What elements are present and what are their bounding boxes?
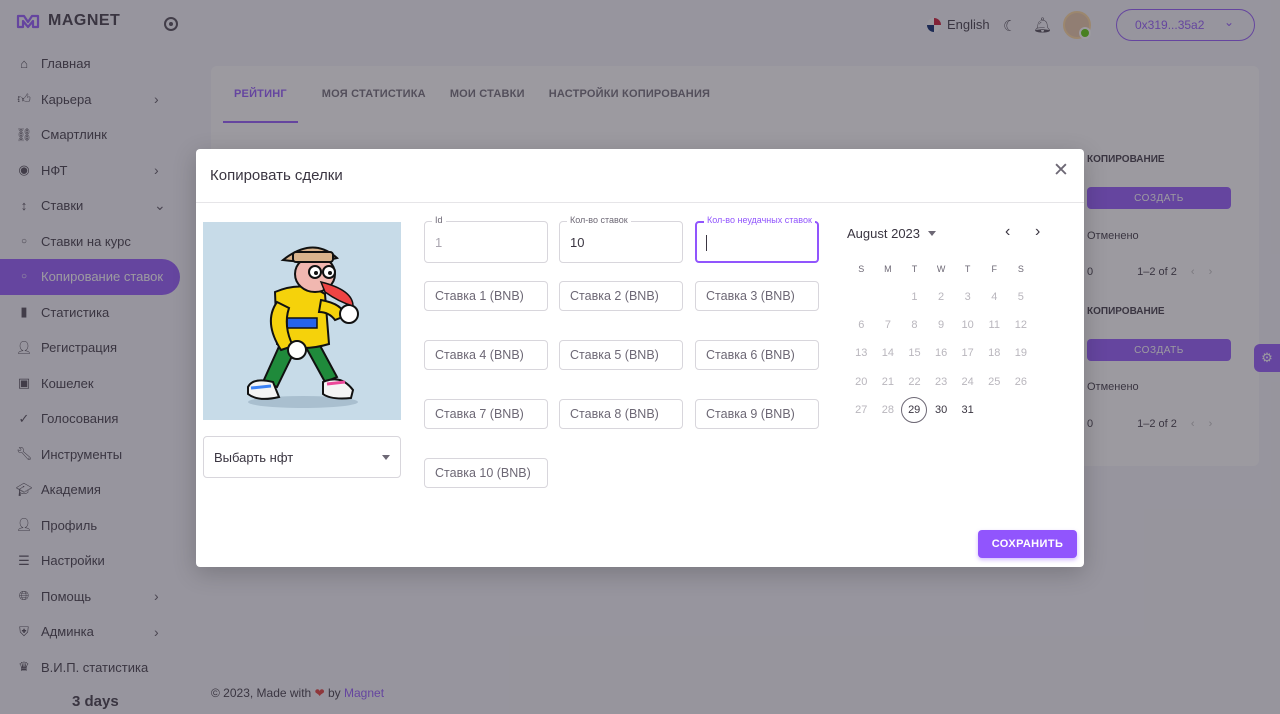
- calendar-day: 23: [934, 375, 948, 388]
- bet-field-placeholder: Ставка 3 (BNB): [706, 289, 795, 303]
- calendar-day: 2: [938, 291, 945, 304]
- text-cursor: [706, 235, 707, 251]
- calendar-day: 4: [991, 291, 998, 304]
- calendar-day: 10: [961, 319, 974, 332]
- bet-count-label: Кол-во ставок: [567, 215, 631, 225]
- calendar-day: 28: [881, 403, 895, 416]
- bet-field-10[interactable]: Ставка 10 (BNB): [424, 458, 548, 488]
- dropdown-caret-icon: [382, 455, 390, 460]
- calendar-day: 8: [911, 319, 918, 332]
- save-button[interactable]: СОХРАНИТЬ: [978, 530, 1077, 558]
- calendar-grid: S M T W T F S 1 2 3 4 5 6 7 8 9 10 11 12 13 14 15 16 17 18 19 20 21…: [848, 255, 1034, 424]
- calendar-day[interactable]: 30: [928, 396, 955, 424]
- nft-image: [203, 222, 401, 420]
- chevron-right-icon[interactable]: ›: [1035, 223, 1040, 241]
- id-field-value: 1: [435, 235, 443, 250]
- bet-field-placeholder: Ставка 7 (BNB): [435, 407, 524, 421]
- bet-field-placeholder: Ставка 5 (BNB): [570, 348, 659, 362]
- bet-field-placeholder: Ставка 1 (BNB): [435, 289, 524, 303]
- calendar-day: 19: [1014, 347, 1027, 360]
- calendar-day: 26: [1014, 375, 1027, 388]
- dialog-title: Копировать сделки: [210, 167, 343, 184]
- calendar-day: 20: [855, 375, 868, 388]
- bet-field-3[interactable]: Ставка 3 (BNB): [695, 281, 819, 311]
- bet-field-placeholder: Ставка 6 (BNB): [706, 348, 795, 362]
- calendar-day: 12: [1014, 319, 1027, 332]
- bet-field-placeholder: Ставка 9 (BNB): [706, 407, 795, 421]
- id-field[interactable]: Id 1: [424, 215, 548, 263]
- calendar-day: 16: [934, 347, 948, 360]
- month-year-label: August 2023: [847, 226, 921, 241]
- calendar-day[interactable]: 31: [954, 396, 981, 424]
- nft-select-label: Выбарть нфт: [214, 449, 294, 465]
- weekday-header: M: [884, 264, 892, 274]
- nft-character-illustration: [247, 246, 359, 408]
- id-field-label: Id: [432, 215, 446, 225]
- chevron-left-icon[interactable]: ‹: [1005, 223, 1010, 241]
- bet-field-6[interactable]: Ставка 6 (BNB): [695, 340, 819, 370]
- calendar-day: 9: [938, 319, 945, 332]
- copy-trades-dialog: Копировать сделки ✕ Выбарть нфт Id 1 Кол…: [196, 149, 1084, 567]
- failed-bets-label: Кол-во неудачных ставок: [704, 215, 815, 225]
- close-icon[interactable]: ✕: [1053, 159, 1069, 182]
- calendar-day: 25: [988, 375, 1001, 388]
- bet-field-8[interactable]: Ставка 8 (BNB): [559, 399, 683, 429]
- weekday-header: T: [911, 264, 918, 274]
- bet-count-field[interactable]: Кол-во ставок 10: [559, 215, 683, 263]
- weekday-header: S: [858, 264, 865, 274]
- bet-field-4[interactable]: Ставка 4 (BNB): [424, 340, 548, 370]
- bet-count-value: 10: [570, 235, 585, 250]
- calendar-day: 13: [855, 347, 868, 360]
- month-year-selector[interactable]: August 2023: [847, 226, 937, 241]
- bet-field-placeholder: Ставка 4 (BNB): [435, 348, 524, 362]
- weekday-header: F: [991, 264, 998, 274]
- bet-field-placeholder: Ставка 10 (BNB): [435, 466, 531, 480]
- calendar-blank: [848, 283, 875, 311]
- calendar-day: 3: [964, 291, 971, 304]
- calendar-day: 11: [988, 319, 1000, 332]
- calendar-day: 27: [855, 403, 868, 416]
- weekday-header: S: [1017, 264, 1024, 274]
- bet-field-5[interactable]: Ставка 5 (BNB): [559, 340, 683, 370]
- weekday-header: W: [936, 264, 946, 274]
- bet-field-placeholder: Ставка 2 (BNB): [570, 289, 659, 303]
- calendar-day: 14: [881, 347, 895, 360]
- calendar-day: 18: [988, 347, 1001, 360]
- bet-field-2[interactable]: Ставка 2 (BNB): [559, 281, 683, 311]
- calendar-day: 24: [961, 375, 974, 388]
- bet-field-7[interactable]: Ставка 7 (BNB): [424, 399, 548, 429]
- dropdown-caret-icon: [928, 231, 937, 236]
- bet-field-1[interactable]: Ставка 1 (BNB): [424, 281, 548, 311]
- calendar-day: 5: [1017, 291, 1024, 304]
- calendar-day: 22: [908, 375, 921, 388]
- calendar-day: 15: [908, 347, 921, 360]
- calendar-day: 17: [961, 347, 974, 360]
- calendar-day: 6: [858, 319, 865, 332]
- weekday-header: T: [964, 264, 971, 274]
- calendar-day: 1: [911, 291, 918, 304]
- calendar-blank: [875, 283, 902, 311]
- calendar-day: 21: [881, 375, 895, 388]
- nft-select[interactable]: Выбарть нфт: [203, 436, 401, 478]
- bet-field-9[interactable]: Ставка 9 (BNB): [695, 399, 819, 429]
- divider: [196, 202, 1084, 203]
- bet-field-placeholder: Ставка 8 (BNB): [570, 407, 659, 421]
- failed-bets-field[interactable]: Кол-во неудачных ставок: [695, 215, 819, 263]
- calendar-day-today[interactable]: 29: [901, 396, 928, 423]
- calendar-day: 7: [884, 319, 891, 332]
